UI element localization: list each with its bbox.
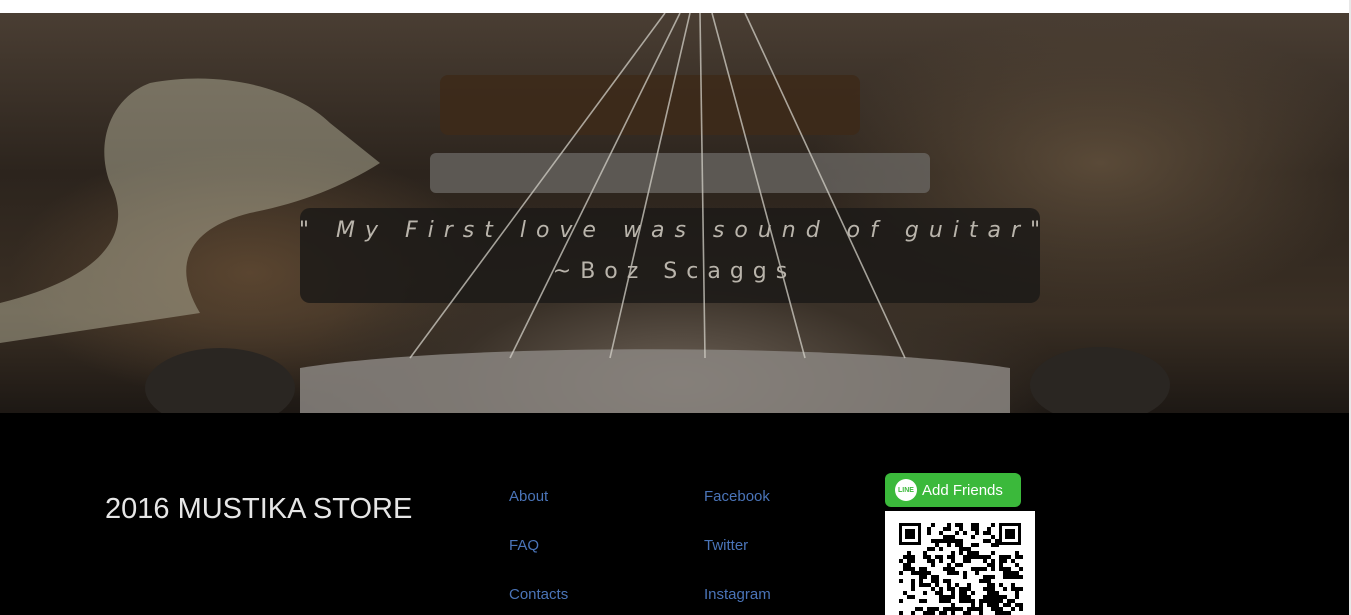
line-add-friends-button[interactable]: LINE Add Friends [885, 473, 1021, 507]
line-logo-icon: LINE [895, 479, 917, 501]
footer-link-about[interactable]: About [509, 488, 548, 505]
line-qr-code[interactable] [885, 511, 1035, 615]
line-add-friends-label: Add Friends [922, 481, 1003, 499]
footer-link-instagram[interactable]: Instagram [704, 586, 771, 603]
hero-banner: " My First love was sound of guitar" ~Bo… [0, 13, 1349, 413]
hero-quote: " My First love was sound of guitar" [298, 218, 1051, 243]
hero-quote-author: ~Boz Scaggs [552, 259, 797, 284]
site-footer: 2016 MUSTIKA STORE About FAQ Contacts Fa… [0, 413, 1349, 615]
top-bar [0, 0, 1351, 13]
footer-link-contacts[interactable]: Contacts [509, 586, 568, 603]
footer-brand: 2016 MUSTIKA STORE [105, 493, 413, 525]
guitar-image [0, 13, 1170, 413]
qr-code-image [885, 511, 1035, 615]
footer-link-faq[interactable]: FAQ [509, 537, 539, 554]
footer-link-twitter[interactable]: Twitter [704, 537, 748, 554]
footer-link-facebook[interactable]: Facebook [704, 488, 770, 505]
